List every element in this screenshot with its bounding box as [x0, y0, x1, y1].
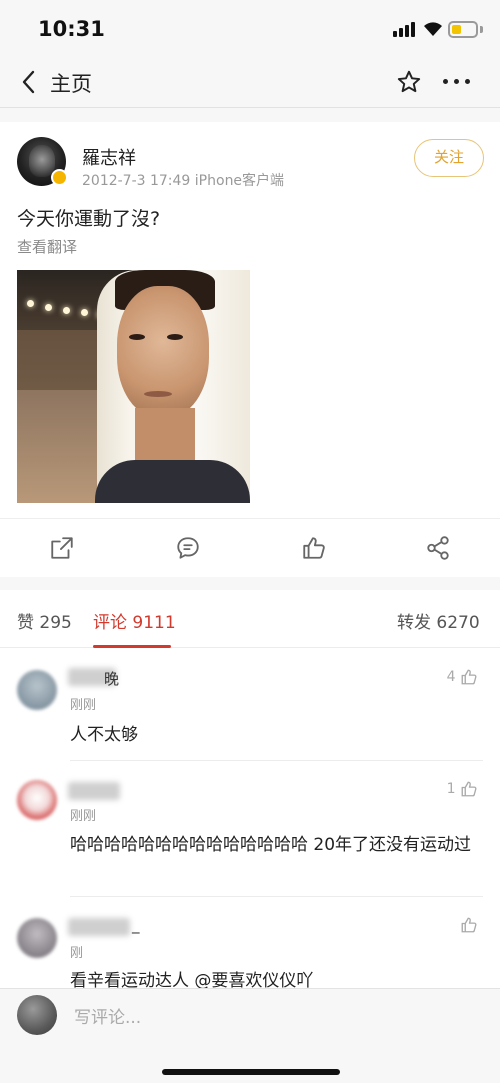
wifi-icon: [424, 22, 442, 36]
avatar[interactable]: [17, 918, 57, 958]
comment-text: 看辛看运动达人 @要喜欢仪仪吖: [70, 971, 314, 988]
home-indicator[interactable]: [162, 1069, 340, 1075]
share-icon[interactable]: [425, 535, 451, 561]
comment-text: 人不太够: [70, 725, 138, 745]
comment-like[interactable]: 1: [447, 780, 478, 798]
post-action-bar: [0, 518, 500, 576]
comment-list: 晚 刚刚 4 人不太够 刚刚 1 哈哈哈哈哈哈哈哈哈哈哈哈哈哈 20年了还没有运…: [0, 648, 500, 988]
post-photo[interactable]: [17, 270, 250, 503]
back-icon[interactable]: [18, 68, 42, 96]
status-time: 10:31: [38, 17, 105, 41]
repost-icon[interactable]: [49, 535, 75, 561]
comment-like[interactable]: [460, 916, 478, 934]
comment-time: 刚刚: [70, 698, 97, 713]
comment-author[interactable]: _: [132, 916, 140, 934]
like-icon[interactable]: [460, 916, 478, 934]
post-card: 羅志祥 2012-7-3 17:49 iPhone客户端 关注 今天你運動了沒?…: [0, 122, 500, 577]
tab-reposts[interactable]: 转发 6270: [397, 608, 480, 633]
status-bar: 10:31: [0, 0, 500, 56]
like-count: 1: [446, 781, 456, 797]
tab-likes[interactable]: 赞 295: [17, 608, 72, 633]
avatar: [17, 995, 57, 1035]
comment-time: 刚: [70, 946, 84, 961]
more-icon[interactable]: [440, 69, 474, 93]
verified-icon: [51, 169, 68, 186]
battery-icon: [448, 21, 478, 38]
signal-icon: [393, 22, 419, 37]
comment-input[interactable]: 写评论...: [74, 1003, 141, 1028]
avatar[interactable]: [17, 780, 57, 820]
comment-author[interactable]: 晚: [104, 668, 119, 689]
translate-link[interactable]: 查看翻译: [17, 236, 77, 257]
like-icon[interactable]: [301, 535, 327, 561]
tab-comments[interactable]: 评论 9111: [93, 608, 176, 633]
comment-text: 哈哈哈哈哈哈哈哈哈哈哈哈哈哈 20年了还没有运动过: [70, 835, 472, 855]
like-icon[interactable]: [460, 668, 478, 686]
like-icon[interactable]: [460, 780, 478, 798]
back-label[interactable]: 主页: [50, 68, 92, 98]
avatar[interactable]: [17, 670, 57, 710]
post-tabs: 赞 295 评论 9111 转发 6270: [0, 590, 500, 648]
author-name[interactable]: 羅志祥: [82, 144, 136, 170]
comment-icon[interactable]: [175, 535, 201, 561]
app-screen: 10:31 主页 羅志祥 2012-7-3 17:49 iPhone客户端 关注…: [0, 0, 500, 1083]
nav-bar: 主页: [0, 56, 500, 108]
follow-button[interactable]: 关注: [414, 139, 484, 177]
star-icon[interactable]: [396, 69, 422, 95]
post-text: 今天你運動了沒?: [17, 208, 161, 230]
comment-composer: 写评论...: [0, 988, 500, 1083]
comment-like[interactable]: 4: [447, 668, 478, 686]
like-count: 4: [446, 669, 456, 685]
post-meta: 2012-7-3 17:49 iPhone客户端: [82, 173, 285, 189]
comment-time: 刚刚: [70, 809, 97, 824]
